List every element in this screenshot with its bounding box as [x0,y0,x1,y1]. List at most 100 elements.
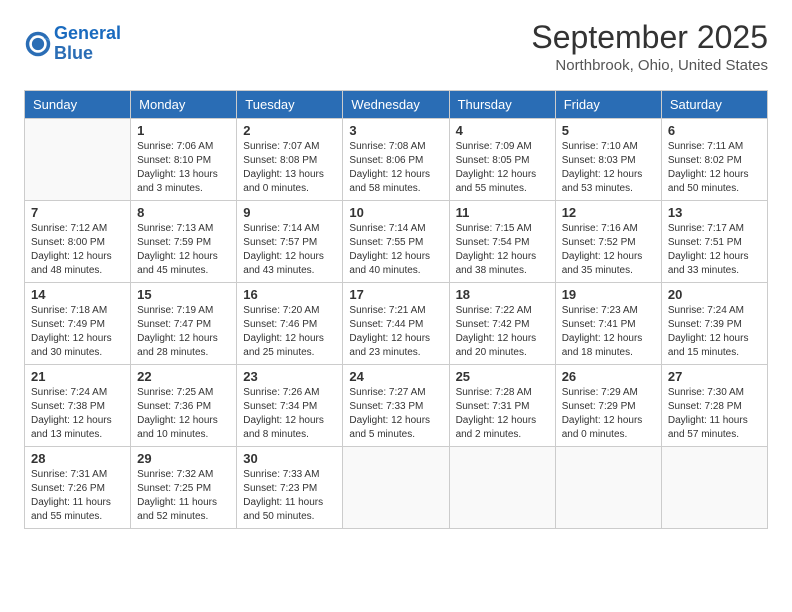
day-number: 20 [668,287,761,302]
calendar-cell-w0d2: 2Sunrise: 7:07 AMSunset: 8:08 PMDaylight… [237,119,343,201]
day-number: 3 [349,123,442,138]
day-number: 17 [349,287,442,302]
day-number: 10 [349,205,442,220]
page-header: September 2025 Northbrook, Ohio, United … [24,20,768,74]
day-number: 25 [456,369,549,384]
day-number: 27 [668,369,761,384]
day-number: 5 [562,123,655,138]
calendar-cell-w1d3: 10 Sunrise: 7:14 AMSunset: 7:55 PMDayligh… [343,201,449,283]
day-info: Sunrise: 7:29 AMSunset: 7:29 PMDaylight:… [562,386,655,442]
calendar-cell-w4d3 [343,447,449,529]
calendar-cell-w2d0: 14 Sunrise: 7:18 AMSunset: 7:49 PMDayligh… [25,283,131,365]
day-info: Sunrise: 7:14 AMSunset: 7:55 PMDaylight:… [349,222,442,278]
day-info: Sunrise: 7:24 AMSunset: 7:39 PMDaylight:… [668,304,761,360]
day-number: 16 [243,287,336,302]
weekday-header-thursday: Thursday [449,91,555,119]
day-number: 11 [456,205,549,220]
day-info: Sunrise: 7:33 AMSunset: 7:23 PMDaylight:… [243,468,336,524]
weekday-header-sunday: Sunday [25,91,131,119]
day-number: 29 [137,451,230,466]
day-info: Sunrise: 7:06 AMSunset: 8:10 PMDaylight:… [137,140,230,196]
day-number: 14 [31,287,124,302]
calendar-cell-w2d3: 17 Sunrise: 7:21 AMSunset: 7:44 PMDayligh… [343,283,449,365]
day-number: 22 [137,369,230,384]
weekday-header-wednesday: Wednesday [343,91,449,119]
calendar-cell-w2d5: 19 Sunrise: 7:23 AMSunset: 7:41 PMDayligh… [555,283,661,365]
day-number: 7 [31,205,124,220]
month-title: September 2025 [24,20,768,55]
day-info: Sunrise: 7:20 AMSunset: 7:46 PMDaylight:… [243,304,336,360]
day-number: 12 [562,205,655,220]
logo-text: GeneralBlue [54,24,121,64]
day-number: 6 [668,123,761,138]
day-number: 9 [243,205,336,220]
day-number: 19 [562,287,655,302]
calendar-cell-w1d1: 8 Sunrise: 7:13 AMSunset: 7:59 PMDaylight… [131,201,237,283]
day-info: Sunrise: 7:24 AMSunset: 7:38 PMDaylight:… [31,386,124,442]
calendar-cell-w4d5 [555,447,661,529]
day-number: 26 [562,369,655,384]
day-info: Sunrise: 7:17 AMSunset: 7:51 PMDaylight:… [668,222,761,278]
calendar-cell-w4d2: 30 Sunrise: 7:33 AMSunset: 7:23 PMDayligh… [237,447,343,529]
day-info: Sunrise: 7:16 AMSunset: 7:52 PMDaylight:… [562,222,655,278]
calendar-cell-w0d0 [25,119,131,201]
calendar-cell-w0d5: 5 Sunrise: 7:10 AMSunset: 8:03 PMDaylight… [555,119,661,201]
weekday-header-tuesday: Tuesday [237,91,343,119]
calendar-cell-w0d3: 3 Sunrise: 7:08 AMSunset: 8:06 PMDaylight… [343,119,449,201]
calendar-cell-w3d6: 27 Sunrise: 7:30 AMSunset: 7:28 PMDayligh… [661,365,767,447]
calendar-cell-w2d4: 18 Sunrise: 7:22 AMSunset: 7:42 PMDayligh… [449,283,555,365]
day-info: Sunrise: 7:14 AMSunset: 7:57 PMDaylight:… [243,222,336,278]
weekday-header-saturday: Saturday [661,91,767,119]
calendar-cell-w1d6: 13Sunrise: 7:17 AMSunset: 7:51 PMDayligh… [661,201,767,283]
calendar-cell-w3d5: 26 Sunrise: 7:29 AMSunset: 7:29 PMDayligh… [555,365,661,447]
calendar-cell-w3d1: 22 Sunrise: 7:25 AMSunset: 7:36 PMDayligh… [131,365,237,447]
day-number: 23 [243,369,336,384]
calendar-cell-w1d2: 9 Sunrise: 7:14 AMSunset: 7:57 PMDaylight… [237,201,343,283]
day-number: 30 [243,451,336,466]
calendar-cell-w4d1: 29 Sunrise: 7:32 AMSunset: 7:25 PMDayligh… [131,447,237,529]
day-info: Sunrise: 7:15 AMSunset: 7:54 PMDaylight:… [456,222,549,278]
day-info: Sunrise: 7:32 AMSunset: 7:25 PMDaylight:… [137,468,230,524]
calendar-cell-w2d1: 15 Sunrise: 7:19 AMSunset: 7:47 PMDayligh… [131,283,237,365]
day-info: Sunrise: 7:08 AMSunset: 8:06 PMDaylight:… [349,140,442,196]
calendar-cell-w2d6: 20 Sunrise: 7:24 AMSunset: 7:39 PMDayligh… [661,283,767,365]
calendar-cell-w0d1: 1Sunrise: 7:06 AMSunset: 8:10 PMDaylight… [131,119,237,201]
calendar-cell-w3d4: 25 Sunrise: 7:28 AMSunset: 7:31 PMDayligh… [449,365,555,447]
day-info: Sunrise: 7:25 AMSunset: 7:36 PMDaylight:… [137,386,230,442]
calendar-cell-w4d6 [661,447,767,529]
day-info: Sunrise: 7:11 AMSunset: 8:02 PMDaylight:… [668,140,761,196]
day-info: Sunrise: 7:13 AMSunset: 7:59 PMDaylight:… [137,222,230,278]
calendar-cell-w0d6: 6 Sunrise: 7:11 AMSunset: 8:02 PMDaylight… [661,119,767,201]
day-info: Sunrise: 7:27 AMSunset: 7:33 PMDaylight:… [349,386,442,442]
calendar-cell-w4d4 [449,447,555,529]
day-info: Sunrise: 7:22 AMSunset: 7:42 PMDaylight:… [456,304,549,360]
weekday-header-friday: Friday [555,91,661,119]
day-number: 18 [456,287,549,302]
day-info: Sunrise: 7:28 AMSunset: 7:31 PMDaylight:… [456,386,549,442]
day-number: 21 [31,369,124,384]
day-info: Sunrise: 7:31 AMSunset: 7:26 PMDaylight:… [31,468,124,524]
calendar-cell-w0d4: 4 Sunrise: 7:09 AMSunset: 8:05 PMDaylight… [449,119,555,201]
calendar-cell-w2d2: 16 Sunrise: 7:20 AMSunset: 7:46 PMDayligh… [237,283,343,365]
calendar-cell-w1d5: 12 Sunrise: 7:16 AMSunset: 7:52 PMDayligh… [555,201,661,283]
day-number: 28 [31,451,124,466]
calendar-cell-w1d4: 11 Sunrise: 7:15 AMSunset: 7:54 PMDayligh… [449,201,555,283]
day-number: 15 [137,287,230,302]
day-info: Sunrise: 7:09 AMSunset: 8:05 PMDaylight:… [456,140,549,196]
day-info: Sunrise: 7:12 AMSunset: 8:00 PMDaylight:… [31,222,124,278]
day-info: Sunrise: 7:30 AMSunset: 7:28 PMDaylight:… [668,386,761,442]
logo: GeneralBlue [24,24,121,64]
day-info: Sunrise: 7:23 AMSunset: 7:41 PMDaylight:… [562,304,655,360]
day-info: Sunrise: 7:19 AMSunset: 7:47 PMDaylight:… [137,304,230,360]
weekday-header-monday: Monday [131,91,237,119]
calendar-cell-w4d0: 28 Sunrise: 7:31 AMSunset: 7:26 PMDayligh… [25,447,131,529]
day-info: Sunrise: 7:21 AMSunset: 7:44 PMDaylight:… [349,304,442,360]
day-number: 4 [456,123,549,138]
day-info: Sunrise: 7:10 AMSunset: 8:03 PMDaylight:… [562,140,655,196]
day-info: Sunrise: 7:18 AMSunset: 7:49 PMDaylight:… [31,304,124,360]
calendar-cell-w1d0: 7 Sunrise: 7:12 AMSunset: 8:00 PMDaylight… [25,201,131,283]
day-number: 2 [243,123,336,138]
calendar-cell-w3d0: 21 Sunrise: 7:24 AMSunset: 7:38 PMDayligh… [25,365,131,447]
day-number: 8 [137,205,230,220]
calendar-table: SundayMondayTuesdayWednesdayThursdayFrid… [24,90,768,529]
